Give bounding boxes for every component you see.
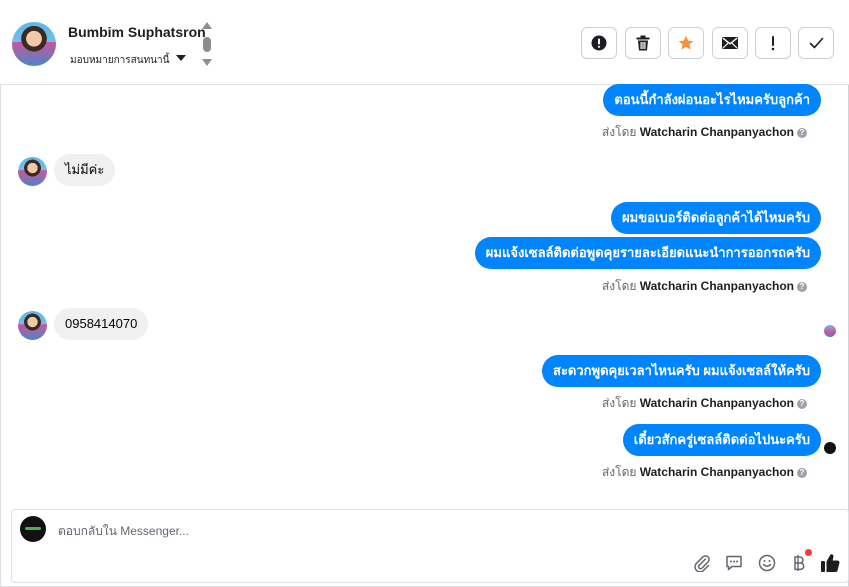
outgoing-message[interactable]: ผมขอเบอร์ติดต่อลูกค้าได้ไหมครับ [611, 202, 821, 234]
star-button[interactable] [668, 27, 704, 59]
sent-by-label: ส่งโดย Watcharin Chanpanyachon? [602, 463, 807, 482]
mark-unread-button[interactable] [712, 27, 748, 59]
mark-done-button[interactable] [798, 27, 834, 59]
delete-button[interactable] [625, 27, 661, 59]
sent-by-label: ส่งโดย Watcharin Chanpanyachon? [602, 394, 807, 413]
sender-name: Watcharin Chanpanyachon [639, 279, 794, 293]
saved-reply-icon[interactable] [724, 553, 744, 573]
chevron-down-icon[interactable] [176, 55, 186, 61]
checkmark-icon [809, 37, 823, 49]
envelope-icon [722, 37, 738, 49]
page-avatar [20, 516, 46, 542]
question-icon[interactable]: ? [797, 399, 807, 409]
contact-avatar-small [18, 157, 47, 186]
sent-by-prefix: ส่งโดย [601, 396, 637, 410]
sender-name: Watcharin Chanpanyachon [639, 125, 794, 139]
follow-up-button[interactable] [755, 27, 791, 59]
sent-by-label: ส่งโดย Watcharin Chanpanyachon? [602, 277, 807, 296]
trash-icon [636, 35, 650, 51]
outgoing-message[interactable]: ตอนนี้กำลังผ่อนอะไรไหมครับลูกค้า [603, 84, 821, 116]
notification-dot [805, 549, 812, 556]
question-icon[interactable]: ? [797, 468, 807, 478]
sent-by-prefix: ส่งโดย [601, 125, 637, 139]
exclamation-icon [771, 36, 775, 51]
outgoing-message[interactable]: ผมแจ้งเซลล์ติดต่อพูดคุยรายละเอียดแนะนำกา… [474, 237, 821, 269]
spam-report-button[interactable] [581, 27, 617, 59]
star-icon [678, 35, 694, 50]
assign-conversation-label[interactable]: มอบหมายการสนทนานี้ [70, 53, 169, 68]
outgoing-message[interactable]: เดี๋ยวสักครู่เซลล์ติดต่อไปนะครับ [622, 424, 821, 456]
sender-name: Watcharin Chanpanyachon [639, 396, 794, 410]
incoming-message[interactable]: ไม่มีค่ะ [54, 154, 116, 186]
question-icon[interactable]: ? [797, 128, 807, 138]
scroll-down-arrow-icon[interactable] [202, 59, 212, 66]
baht-payment-icon[interactable] [789, 553, 809, 573]
contact-name[interactable]: Bumbim Suphatsron [68, 24, 206, 40]
sent-by-prefix: ส่งโดย [601, 465, 637, 479]
reply-input[interactable] [58, 522, 658, 540]
contact-avatar-small [18, 311, 47, 340]
sent-by-label: ส่งโดย Watcharin Chanpanyachon? [602, 123, 807, 142]
alert-circle-icon [591, 35, 607, 51]
incoming-message[interactable]: 0958414070 [54, 308, 149, 340]
page-seen-avatar [824, 442, 836, 454]
sender-name: Watcharin Chanpanyachon [639, 465, 794, 479]
outgoing-message[interactable]: สะดวกพูดคุยเวลาไหนครับ ผมแจ้งเซลล์ให้ครั… [542, 355, 821, 387]
emoji-icon[interactable] [757, 553, 777, 573]
question-icon[interactable]: ? [797, 282, 807, 292]
contact-avatar[interactable] [12, 22, 56, 66]
seen-receipt-avatar [824, 325, 836, 337]
scroll-up-arrow-icon[interactable] [202, 22, 212, 29]
scroll-thumb[interactable] [203, 37, 211, 52]
thumbs-up-icon[interactable] [820, 553, 840, 573]
sent-by-prefix: ส่งโดย [601, 279, 637, 293]
paperclip-icon[interactable] [692, 553, 712, 573]
